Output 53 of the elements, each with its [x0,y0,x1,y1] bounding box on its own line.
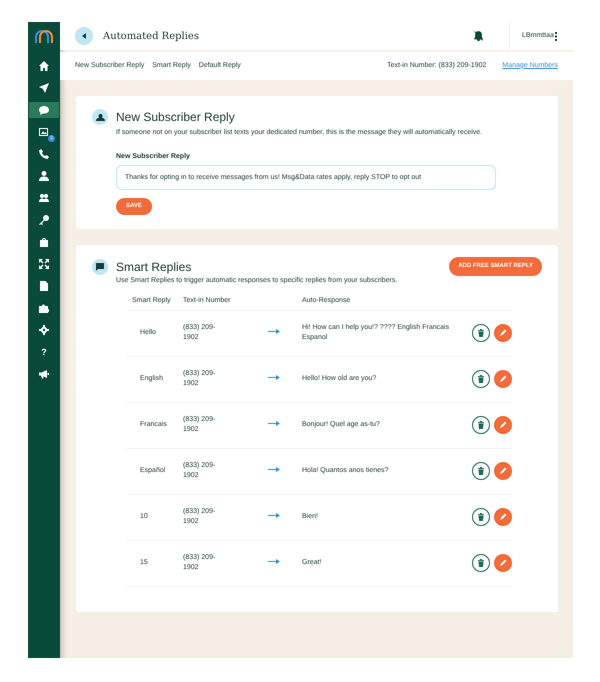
trash-icon [477,421,485,429]
pencil-icon [499,375,507,383]
trash-icon [477,467,485,475]
edit-button[interactable] [494,324,512,342]
delete-button[interactable] [472,554,490,572]
arrow-right-icon [268,421,280,426]
caret-left-icon [82,33,86,39]
trash-icon [477,559,485,567]
person-icon [92,109,108,125]
phone-icon [39,149,49,159]
arrow-right-icon [268,467,280,472]
send-icon [39,83,49,93]
person-icon [39,171,49,181]
sidebar-item[interactable] [29,102,59,118]
section-title: Smart Replies [116,258,192,276]
pencil-icon [499,467,507,475]
section-title: New Subscriber Reply [116,109,235,126]
arrow-right-icon [268,375,280,380]
edit-button[interactable] [494,416,512,434]
bag-icon [39,237,49,247]
arrow-right-icon [268,513,280,518]
bell-muted-icon[interactable] [474,31,483,41]
megaphone-icon [39,369,49,379]
pencil-icon [499,559,507,567]
expand-icon [39,259,49,269]
sidebar-item[interactable]: ? [29,344,59,360]
pencil-icon [499,421,507,429]
image-icon [39,127,49,137]
arrow-right-icon [268,559,280,564]
arrow-right-icon [268,329,280,334]
delete-button[interactable] [472,462,490,480]
page-title: Automated Replies [103,30,199,44]
pencil-icon [499,513,507,521]
delete-button[interactable] [472,370,490,388]
delete-button[interactable] [472,416,490,434]
people-icon [39,193,49,203]
edit-button[interactable] [494,554,512,572]
trash-icon [477,513,485,521]
chat-icon [39,105,49,115]
delete-button[interactable] [472,508,490,526]
edit-button[interactable] [494,370,512,388]
document-icon [39,281,49,291]
delete-button[interactable] [472,324,490,342]
trash-icon [477,329,485,337]
message-icon [92,258,108,274]
pencil-icon [499,329,507,337]
logo-icon [34,28,54,44]
trash-icon [477,375,485,383]
home-icon [39,61,49,71]
key-icon [39,215,49,225]
edit-button[interactable] [494,508,512,526]
edit-button[interactable] [494,462,512,480]
back-button[interactable] [75,27,93,45]
